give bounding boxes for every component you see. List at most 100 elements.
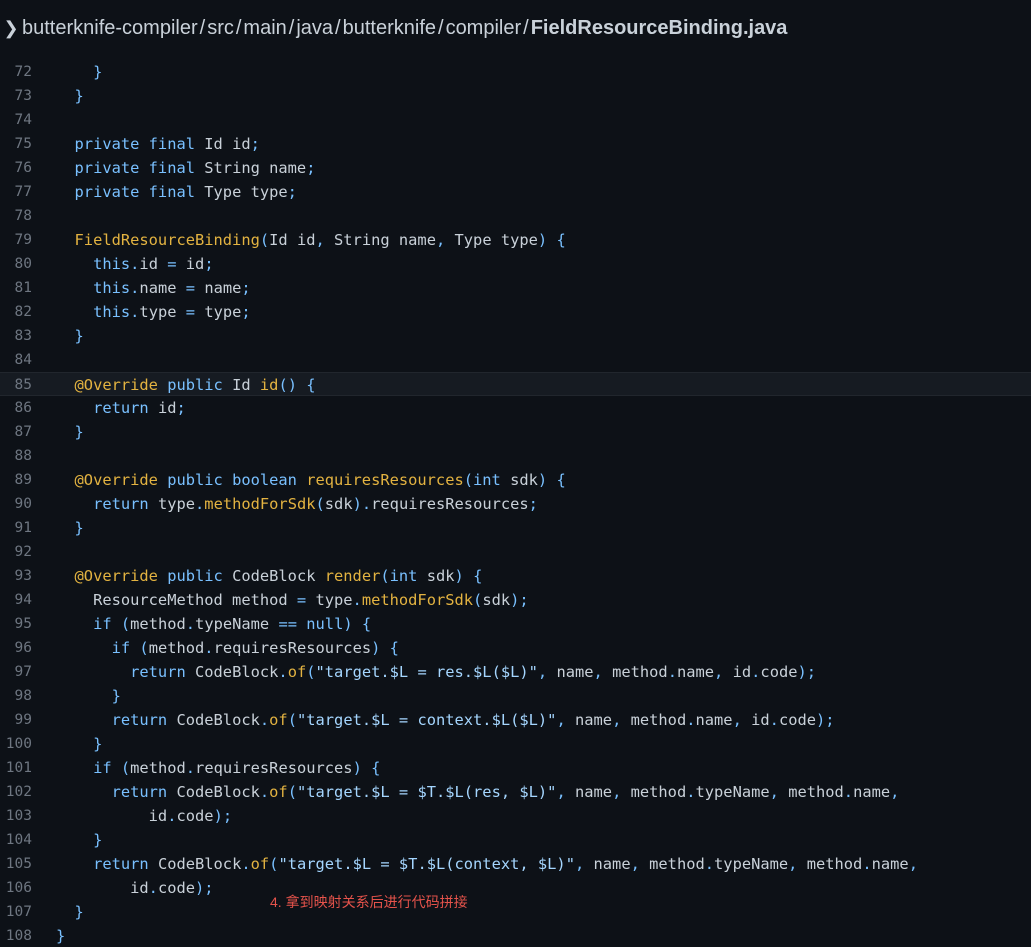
line-source: private final Type type; xyxy=(56,183,297,201)
line-source: private final String name; xyxy=(56,159,316,177)
code-line: 81 this.name = name; xyxy=(0,276,1031,300)
line-source: this.id = id; xyxy=(56,255,214,273)
line-source: @Override public CodeBlock render(int sd… xyxy=(56,567,483,585)
code-line: 90 return type.methodForSdk(sdk).require… xyxy=(0,492,1031,516)
annotation-note: 4. 拿到映射关系后进行代码拼接 xyxy=(270,894,468,910)
line-number: 80 xyxy=(14,256,32,272)
code-line: 72 } xyxy=(0,60,1031,84)
line-source: id.code); xyxy=(56,807,233,825)
line-source: return CodeBlock.of("target.$L = $T.$L(r… xyxy=(56,783,900,801)
code-line: 76 private final String name; xyxy=(0,156,1031,180)
line-source: } xyxy=(56,87,84,105)
code-line: 84 xyxy=(0,348,1031,372)
line-source: } xyxy=(56,519,84,537)
line-source: if (method.requiresResources) { xyxy=(56,759,381,777)
line-number: 79 xyxy=(14,232,32,248)
line-source: ResourceMethod method = type.methodForSd… xyxy=(56,591,529,609)
line-number: 83 xyxy=(14,328,32,344)
line-source: this.type = type; xyxy=(56,303,251,321)
code-line: 105 return CodeBlock.of("target.$L = $T.… xyxy=(0,852,1031,876)
line-number: 100 xyxy=(5,736,32,752)
line-number: 107 xyxy=(5,904,32,920)
line-number: 98 xyxy=(14,688,32,704)
line-number: 88 xyxy=(14,448,32,464)
code-line: 86 return id; xyxy=(0,396,1031,420)
line-number: 90 xyxy=(14,496,32,512)
code-line: 102 return CodeBlock.of("target.$L = $T.… xyxy=(0,780,1031,804)
line-number: 97 xyxy=(14,664,32,680)
line-number: 74 xyxy=(14,112,32,128)
breadcrumb-separator: / xyxy=(438,16,444,39)
line-number: 75 xyxy=(14,136,32,152)
line-source: return CodeBlock.of("target.$L = $T.$L(c… xyxy=(56,855,918,873)
code-line: 82 this.type = type; xyxy=(0,300,1031,324)
code-line: 96 if (method.requiresResources) { xyxy=(0,636,1031,660)
line-number: 106 xyxy=(5,880,32,896)
code-line: 92 xyxy=(0,540,1031,564)
breadcrumb-segment[interactable]: java xyxy=(296,17,333,39)
breadcrumb-segment[interactable]: src xyxy=(207,17,234,39)
line-source: return CodeBlock.of("target.$L = context… xyxy=(56,711,835,729)
breadcrumb-segment[interactable]: butterknife xyxy=(343,17,436,39)
code-line: 98 } xyxy=(0,684,1031,708)
breadcrumb-segment[interactable]: butterknife-compiler xyxy=(22,17,198,39)
line-number: 99 xyxy=(14,712,32,728)
code-line: 80 this.id = id; xyxy=(0,252,1031,276)
line-number: 86 xyxy=(14,400,32,416)
code-line: 107 } xyxy=(0,900,1031,924)
code-line: 108} xyxy=(0,924,1031,947)
code-line: 85 @Override public Id id() { xyxy=(0,372,1031,396)
breadcrumb-segment[interactable]: main xyxy=(243,17,286,39)
line-number: 105 xyxy=(5,856,32,872)
breadcrumb-segment[interactable]: compiler xyxy=(446,17,522,39)
line-number: 77 xyxy=(14,184,32,200)
code-line: 88 xyxy=(0,444,1031,468)
line-number: 96 xyxy=(14,640,32,656)
line-source: FieldResourceBinding(Id id, String name,… xyxy=(56,231,566,249)
line-source: return id; xyxy=(56,399,186,417)
line-number: 81 xyxy=(14,280,32,296)
line-number: 103 xyxy=(5,808,32,824)
line-number: 102 xyxy=(5,784,32,800)
code-line: 100 } xyxy=(0,732,1031,756)
line-number: 82 xyxy=(14,304,32,320)
code-line: 75 private final Id id; xyxy=(0,132,1031,156)
code-line: 77 private final Type type; xyxy=(0,180,1031,204)
code-line: 73 } xyxy=(0,84,1031,108)
chevron-right-icon[interactable]: ❯ xyxy=(0,18,22,39)
code-line: 95 if (method.typeName == null) { xyxy=(0,612,1031,636)
line-source: return type.methodForSdk(sdk).requiresRe… xyxy=(56,495,538,513)
code-line: 106 id.code); xyxy=(0,876,1031,900)
code-line: 78 xyxy=(0,204,1031,228)
code-line: 103 id.code); xyxy=(0,804,1031,828)
line-source: } xyxy=(56,327,84,345)
code-line: 94 ResourceMethod method = type.methodFo… xyxy=(0,588,1031,612)
line-number: 76 xyxy=(14,160,32,176)
line-number: 85 xyxy=(14,377,32,393)
line-source: } xyxy=(56,63,103,81)
line-source: } xyxy=(56,927,66,945)
line-source: @Override public boolean requiresResourc… xyxy=(56,471,566,489)
line-source: this.name = name; xyxy=(56,279,251,297)
breadcrumb-separator: / xyxy=(235,16,242,39)
code-line: 89 @Override public boolean requiresReso… xyxy=(0,468,1031,492)
line-number: 89 xyxy=(14,472,32,488)
code-editor[interactable]: 72 } 73 } 74 75 private final Id id; 76 priv… xyxy=(0,60,1031,947)
line-source: } xyxy=(56,735,103,753)
code-line: 97 return CodeBlock.of("target.$L = res.… xyxy=(0,660,1031,684)
line-number: 108 xyxy=(5,928,32,944)
code-line: 74 xyxy=(0,108,1031,132)
code-line: 83 } xyxy=(0,324,1031,348)
line-number: 72 xyxy=(14,64,32,80)
code-line: 87 } xyxy=(0,420,1031,444)
line-source: @Override public Id id() { xyxy=(56,376,316,394)
code-line: 93 @Override public CodeBlock render(int… xyxy=(0,564,1031,588)
line-number: 91 xyxy=(14,520,32,536)
breadcrumb-separator: / xyxy=(199,16,206,39)
line-number: 73 xyxy=(14,88,32,104)
line-number: 95 xyxy=(14,616,32,632)
line-source: id.code); xyxy=(56,879,214,897)
line-source: } xyxy=(56,423,84,441)
code-line: 101 if (method.requiresResources) { xyxy=(0,756,1031,780)
breadcrumb-separator: / xyxy=(288,16,295,39)
